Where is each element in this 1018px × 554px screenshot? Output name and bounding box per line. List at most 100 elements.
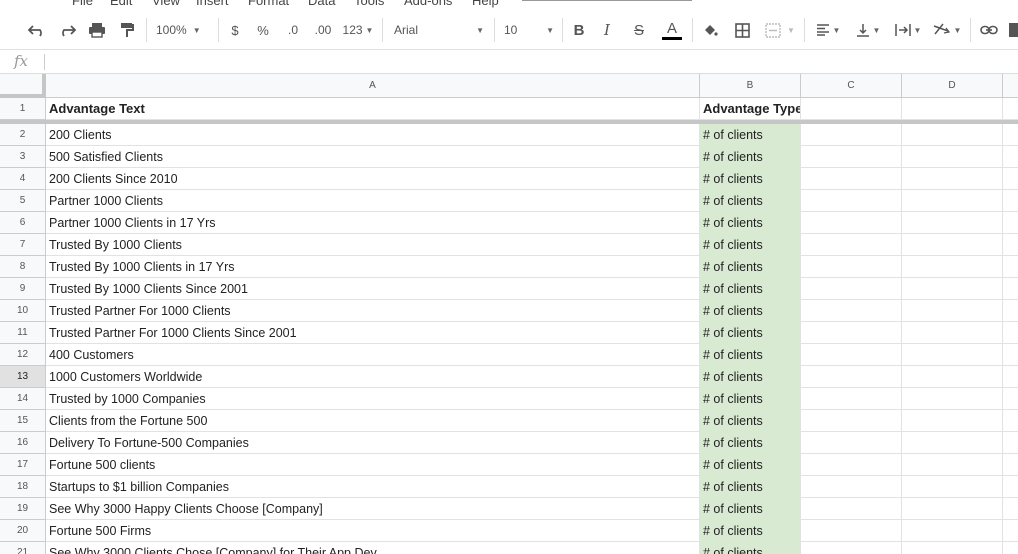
cell-b[interactable]: # of clients: [700, 542, 801, 554]
undo-button[interactable]: [26, 18, 48, 42]
cell-d[interactable]: [902, 146, 1003, 168]
cell-c[interactable]: [801, 190, 902, 212]
cell-c[interactable]: [801, 212, 902, 234]
cell-b[interactable]: # of clients: [700, 234, 801, 256]
cell-b[interactable]: # of clients: [700, 366, 801, 388]
cell-b[interactable]: # of clients: [700, 410, 801, 432]
cell-e[interactable]: [1003, 124, 1018, 146]
column-header-a[interactable]: A: [46, 74, 700, 98]
select-all-corner[interactable]: [0, 74, 46, 98]
cell-d[interactable]: [902, 388, 1003, 410]
font-size-select[interactable]: 10 ▼: [504, 18, 554, 42]
cell-d[interactable]: [902, 98, 1003, 120]
cell-d[interactable]: [902, 190, 1003, 212]
cell-b[interactable]: # of clients: [700, 300, 801, 322]
cell-d[interactable]: [902, 520, 1003, 542]
menu-edit[interactable]: Edit: [110, 0, 132, 8]
borders-button[interactable]: [732, 18, 752, 42]
cell-d[interactable]: [902, 256, 1003, 278]
cell-b[interactable]: # of clients: [700, 278, 801, 300]
cell-d[interactable]: [902, 542, 1003, 554]
cell-c[interactable]: [801, 278, 902, 300]
cell-c[interactable]: [801, 432, 902, 454]
row-header[interactable]: 18: [0, 476, 46, 498]
cell-d[interactable]: [902, 410, 1003, 432]
cell-e[interactable]: [1003, 300, 1018, 322]
insert-comment-button[interactable]: [1008, 18, 1018, 42]
cell-c[interactable]: [801, 520, 902, 542]
cell-b[interactable]: # of clients: [700, 498, 801, 520]
row-header[interactable]: 3: [0, 146, 46, 168]
cell-a[interactable]: Trusted by 1000 Companies: [46, 388, 700, 410]
cell-d[interactable]: [902, 498, 1003, 520]
redo-button[interactable]: [56, 18, 78, 42]
cell-b[interactable]: # of clients: [700, 256, 801, 278]
text-wrapping-button[interactable]: ▼: [892, 18, 924, 42]
cell-a[interactable]: Advantage Text: [46, 98, 700, 120]
menu-insert[interactable]: Insert: [196, 0, 229, 8]
cell-a[interactable]: Delivery To Fortune-500 Companies: [46, 432, 700, 454]
row-header[interactable]: 8: [0, 256, 46, 278]
cell-b[interactable]: # of clients: [700, 322, 801, 344]
row-header[interactable]: 4: [0, 168, 46, 190]
cell-e[interactable]: [1003, 322, 1018, 344]
cell-c[interactable]: [801, 98, 902, 120]
cell-d[interactable]: [902, 322, 1003, 344]
column-header-e[interactable]: [1003, 74, 1018, 98]
cell-a[interactable]: Startups to $1 billion Companies: [46, 476, 700, 498]
menu-format[interactable]: Format: [248, 0, 289, 8]
row-header[interactable]: 19: [0, 498, 46, 520]
row-header[interactable]: 13: [0, 366, 46, 388]
cell-b[interactable]: # of clients: [700, 520, 801, 542]
cell-e[interactable]: [1003, 366, 1018, 388]
text-color-button[interactable]: A: [660, 18, 684, 42]
formula-input[interactable]: [50, 53, 1014, 73]
cell-c[interactable]: [801, 300, 902, 322]
more-formats-button[interactable]: 123 ▼: [340, 18, 376, 42]
row-header[interactable]: 7: [0, 234, 46, 256]
cell-a[interactable]: See Why 3000 Clients Chose [Company] for…: [46, 542, 700, 554]
cell-e[interactable]: [1003, 344, 1018, 366]
cell-d[interactable]: [902, 300, 1003, 322]
cell-e[interactable]: [1003, 256, 1018, 278]
row-header[interactable]: 9: [0, 278, 46, 300]
cell-e[interactable]: [1003, 190, 1018, 212]
cell-a[interactable]: Fortune 500 clients: [46, 454, 700, 476]
fill-color-button[interactable]: [700, 18, 720, 42]
cell-b[interactable]: Advantage Type: [700, 98, 801, 120]
italic-button[interactable]: I: [598, 18, 616, 42]
column-header-d[interactable]: D: [902, 74, 1003, 98]
row-header[interactable]: 10: [0, 300, 46, 322]
insert-link-button[interactable]: [978, 18, 1000, 42]
column-header-b[interactable]: B: [700, 74, 801, 98]
cell-c[interactable]: [801, 146, 902, 168]
cell-a[interactable]: 200 Clients: [46, 124, 700, 146]
cell-e[interactable]: [1003, 278, 1018, 300]
cell-e[interactable]: [1003, 542, 1018, 554]
cell-a[interactable]: 1000 Customers Worldwide: [46, 366, 700, 388]
bold-button[interactable]: B: [570, 18, 588, 42]
cell-b[interactable]: # of clients: [700, 212, 801, 234]
row-header[interactable]: 16: [0, 432, 46, 454]
cell-e[interactable]: [1003, 168, 1018, 190]
cell-b[interactable]: # of clients: [700, 476, 801, 498]
merge-cells-button[interactable]: ▼: [762, 18, 798, 42]
cell-c[interactable]: [801, 542, 902, 554]
cell-d[interactable]: [902, 212, 1003, 234]
cell-d[interactable]: [902, 344, 1003, 366]
horizontal-align-button[interactable]: ▼: [812, 18, 844, 42]
cell-a[interactable]: Trusted By 1000 Clients Since 2001: [46, 278, 700, 300]
row-header[interactable]: 6: [0, 212, 46, 234]
zoom-select[interactable]: 100% ▼: [156, 18, 212, 42]
cell-a[interactable]: Partner 1000 Clients in 17 Yrs: [46, 212, 700, 234]
cell-c[interactable]: [801, 344, 902, 366]
cell-c[interactable]: [801, 410, 902, 432]
cell-d[interactable]: [902, 454, 1003, 476]
format-currency-button[interactable]: $: [226, 18, 244, 42]
cell-a[interactable]: 400 Customers: [46, 344, 700, 366]
cell-a[interactable]: See Why 3000 Happy Clients Choose [Compa…: [46, 498, 700, 520]
cell-c[interactable]: [801, 168, 902, 190]
row-header[interactable]: 15: [0, 410, 46, 432]
cell-b[interactable]: # of clients: [700, 432, 801, 454]
cell-e[interactable]: [1003, 432, 1018, 454]
